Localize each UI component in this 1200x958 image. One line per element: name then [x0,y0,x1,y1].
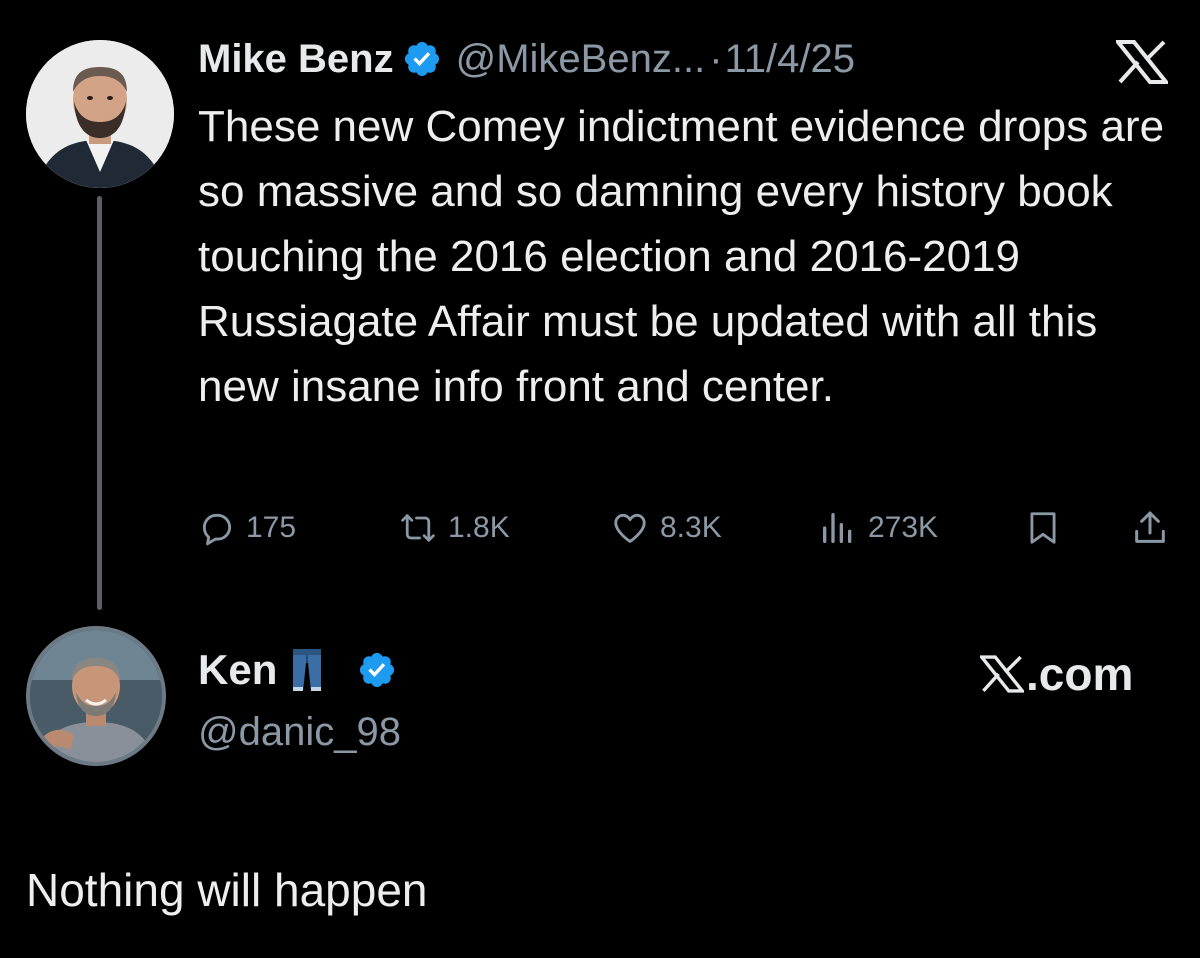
author-handle[interactable]: @MikeBenz... [456,37,706,82]
bookmark-icon [1024,508,1062,548]
reply-icon [198,509,236,547]
header-separator: · [709,36,723,81]
reply-header: Ken [198,642,411,698]
reply-count: 175 [246,511,297,544]
like-icon [610,509,650,547]
share-button[interactable] [1130,500,1170,556]
reply-button[interactable]: 175 [198,500,296,556]
reply-author-handle[interactable]: @danic_98 [198,704,401,760]
like-count: 8.3K [660,511,722,544]
tweet-text: These new Comey indictment evidence drop… [198,102,1165,411]
tweet-action-bar: 175 1.8K 8.3K 273K [198,500,1178,556]
share-icon [1130,508,1170,548]
avatar-portrait [26,40,174,188]
views-icon [818,508,858,548]
like-button[interactable]: 8.3K [610,500,722,556]
reply-author-avatar[interactable] [26,626,166,766]
verified-badge-icon [402,39,442,79]
author-avatar[interactable] [26,40,174,188]
jeans-emoji-icon [287,645,327,695]
tweet-date[interactable]: 11/4/25 [725,37,856,82]
views-count: 273K [868,511,939,544]
author-name[interactable]: Mike Benz [198,37,394,82]
thread-connector-line [97,196,102,610]
bookmark-button[interactable] [1024,500,1062,556]
x-com-watermark: .com [980,646,1133,702]
views-button[interactable]: 273K [818,500,938,556]
repost-icon [398,509,438,547]
x-logo-icon [980,655,1024,693]
site-label: .com [1026,648,1134,700]
avatar-portrait [30,630,162,762]
verified-badge-icon [357,650,397,690]
reply-text: Nothing will happen [26,864,428,916]
x-logo-icon [1113,40,1171,84]
repost-button[interactable]: 1.8K [398,500,510,556]
tweet-header: Mike Benz @MikeBenz... · 11/4/25 [198,34,855,84]
reply-author-name[interactable]: Ken [198,646,277,694]
repost-count: 1.8K [448,511,510,544]
